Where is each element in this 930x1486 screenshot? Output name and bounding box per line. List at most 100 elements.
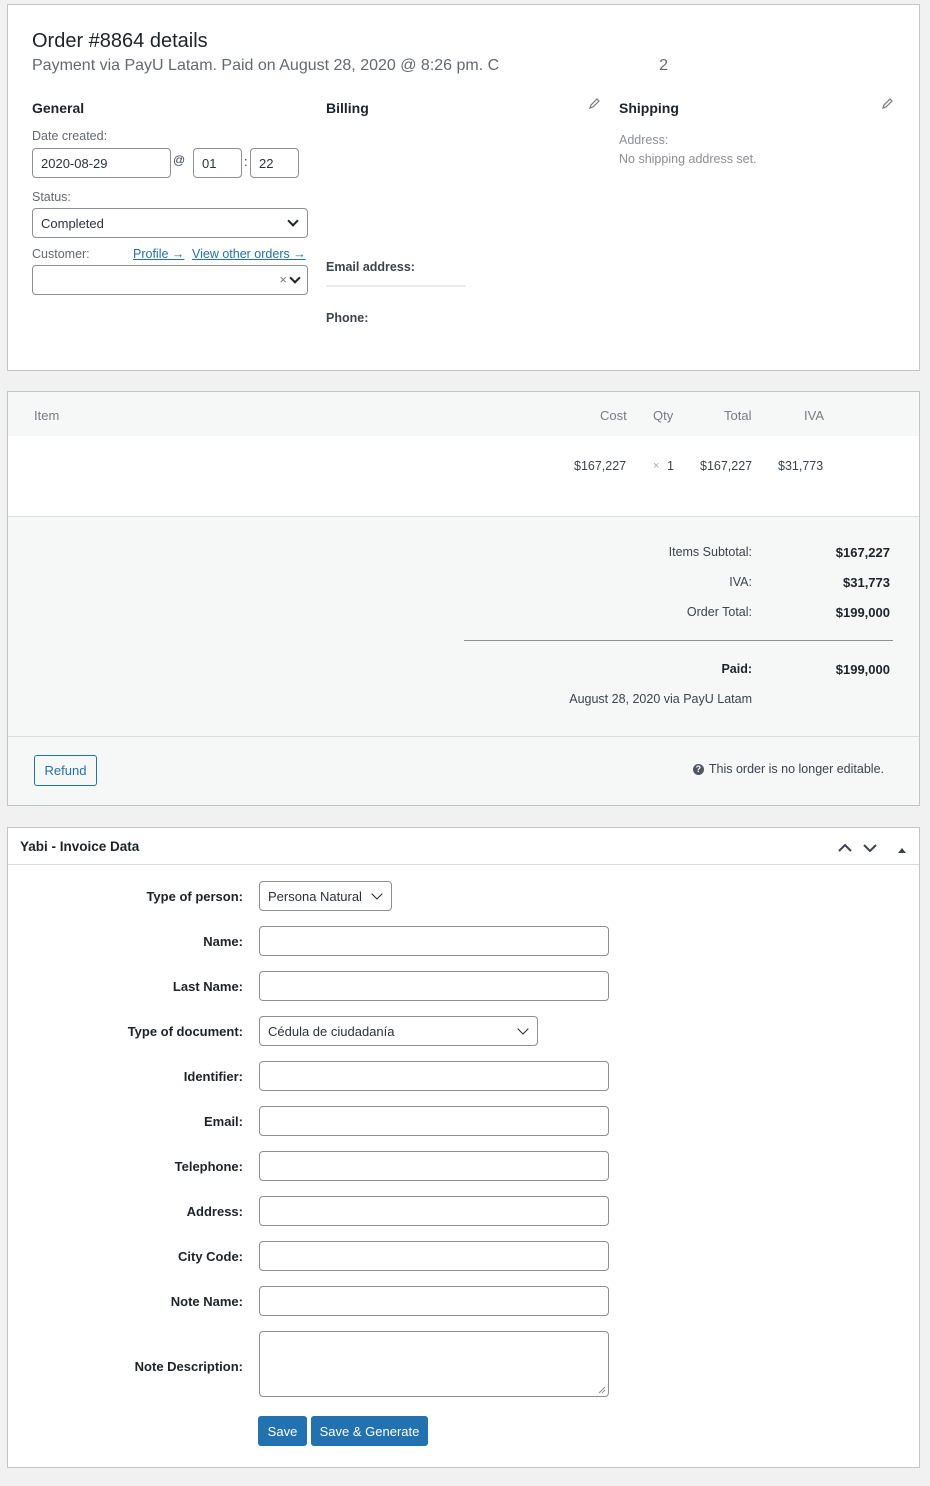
- general-heading: General: [32, 100, 85, 116]
- paid-value: $199,000: [835, 662, 890, 677]
- order-subtitle: Payment via PayU Latam. Paid on August 2…: [32, 57, 668, 75]
- time-colon: :: [244, 154, 248, 169]
- doc-type-label: Type of document:: [127, 1024, 243, 1039]
- last-name-input[interactable]: [259, 971, 609, 1001]
- shipping-address-label: Address:: [619, 133, 669, 147]
- order-subtitle-tail: 2: [659, 57, 669, 74]
- hour-input[interactable]: 01: [193, 148, 242, 178]
- invoice-panel-header: Yabi - Invoice Data: [8, 828, 919, 865]
- col-total: Total: [724, 408, 752, 423]
- note-desc-label: Note Description:: [134, 1359, 243, 1374]
- date-value: 2020-08-29: [41, 155, 108, 171]
- customer-label: Customer:: [32, 247, 90, 261]
- person-type-value: Persona Natural: [268, 888, 362, 904]
- chevron-down-icon: [289, 272, 301, 284]
- item-cost: $167,227: [574, 459, 627, 473]
- city-code-label: City Code:: [178, 1249, 243, 1264]
- address-label: Address:: [186, 1204, 243, 1219]
- order-details-panel: Order #8864 details Payment via PayU Lat…: [7, 4, 920, 371]
- shipping-heading: Shipping: [619, 100, 679, 116]
- billing-phone-label: Phone:: [326, 311, 369, 325]
- col-tax: IVA: [804, 408, 824, 423]
- col-cost: Cost: [600, 408, 627, 423]
- order-total-label: Order Total:: [686, 605, 752, 619]
- telephone-label: Telephone:: [174, 1159, 243, 1174]
- minute-input[interactable]: 22: [250, 148, 299, 178]
- paid-note: August 28, 2020 via PayU Latam: [569, 692, 752, 706]
- order-items-panel: Item Cost Qty Total IVA $167,227 × 1 $16…: [7, 391, 920, 806]
- city-code-input[interactable]: [259, 1241, 609, 1271]
- item-qty: 1: [667, 459, 674, 473]
- item-row: $167,227 × 1 $167,227 $31,773: [8, 436, 919, 517]
- save-generate-button-label: Save & Generate: [319, 1423, 420, 1439]
- paid-label: Paid:: [721, 662, 752, 676]
- totals-divider: [464, 640, 893, 641]
- chevron-up-icon[interactable]: [838, 841, 852, 856]
- billing-email-label: Email address:: [326, 260, 415, 274]
- status-select[interactable]: Completed: [32, 208, 308, 238]
- order-total-value: $199,000: [835, 605, 890, 620]
- save-button-label: Save: [267, 1423, 298, 1439]
- customer-clear-icon[interactable]: ×: [279, 272, 287, 287]
- note-name-input[interactable]: [259, 1286, 609, 1316]
- triangle-up-icon[interactable]: [897, 842, 907, 857]
- col-item: Item: [34, 408, 60, 423]
- not-editable-text: This order is no longer editable.: [708, 762, 884, 776]
- date-created-label: Date created:: [32, 129, 108, 143]
- doc-type-value: Cédula de ciudadanía: [268, 1023, 395, 1039]
- note-desc-textarea[interactable]: [259, 1331, 609, 1397]
- not-editable-note: ? This order is no longer editable.: [692, 762, 884, 776]
- person-type-select[interactable]: Persona Natural: [259, 881, 392, 911]
- name-label: Name:: [203, 934, 243, 949]
- email-label: Email:: [203, 1114, 243, 1129]
- identifier-input[interactable]: [259, 1061, 609, 1091]
- items-header-row: Item Cost Qty Total IVA: [8, 392, 919, 436]
- chevron-down-icon[interactable]: [863, 841, 877, 856]
- doc-type-select[interactable]: Cédula de ciudadanía: [259, 1016, 538, 1046]
- refund-button-label: Refund: [44, 763, 87, 778]
- order-title: Order #8864 details: [32, 30, 208, 52]
- invoice-data-panel: Yabi - Invoice Data Type of person: Pers…: [7, 827, 920, 1468]
- telephone-input[interactable]: [259, 1151, 609, 1181]
- last-name-label: Last Name:: [172, 979, 243, 994]
- question-circle-icon: ?: [692, 763, 704, 775]
- tax-total-label: IVA:: [729, 575, 752, 589]
- email-input[interactable]: [259, 1106, 609, 1136]
- name-input[interactable]: [259, 926, 609, 956]
- profile-link[interactable]: Profile →: [133, 247, 184, 261]
- at-sign: @: [173, 153, 186, 167]
- shipping-address-value: No shipping address set.: [619, 152, 757, 166]
- identifier-label: Identifier:: [183, 1069, 243, 1084]
- view-other-orders-link[interactable]: View other orders →: [192, 247, 306, 261]
- chevron-down-icon: [517, 1023, 529, 1035]
- order-subtitle-text: Payment via PayU Latam. Paid on August 2…: [32, 57, 500, 74]
- person-type-label: Type of person:: [146, 889, 243, 904]
- minute-value: 22: [259, 155, 274, 171]
- invoice-panel-title: Yabi - Invoice Data: [20, 839, 140, 854]
- refund-button[interactable]: Refund: [34, 755, 97, 786]
- status-value: Completed: [41, 215, 104, 231]
- chevron-down-icon: [371, 888, 383, 900]
- date-input[interactable]: 2020-08-29: [32, 148, 171, 178]
- col-qty: Qty: [653, 408, 674, 423]
- items-actions-bar: Refund ? This order is no longer editabl…: [8, 736, 919, 805]
- item-tax: $31,773: [778, 459, 824, 473]
- subtotal-label: Items Subtotal:: [668, 545, 752, 559]
- tax-total-value: $31,773: [843, 575, 890, 590]
- resize-handle-icon[interactable]: [598, 1386, 606, 1394]
- status-label: Status:: [32, 190, 71, 204]
- billing-heading: Billing: [326, 100, 369, 116]
- edit-billing-pencil-icon[interactable]: [589, 98, 600, 112]
- chevron-down-icon: [287, 215, 299, 227]
- item-total: $167,227: [700, 459, 753, 473]
- item-qty-x: ×: [653, 460, 660, 472]
- note-name-label: Note Name:: [170, 1294, 243, 1309]
- customer-select[interactable]: ×: [32, 265, 308, 295]
- save-button[interactable]: Save: [258, 1416, 307, 1446]
- hour-value: 01: [202, 155, 217, 171]
- edit-shipping-pencil-icon[interactable]: [882, 98, 893, 112]
- address-input[interactable]: [259, 1196, 609, 1226]
- billing-email-redacted: [326, 285, 466, 287]
- subtotal-value: $167,227: [835, 545, 890, 560]
- save-generate-button[interactable]: Save & Generate: [311, 1416, 428, 1446]
